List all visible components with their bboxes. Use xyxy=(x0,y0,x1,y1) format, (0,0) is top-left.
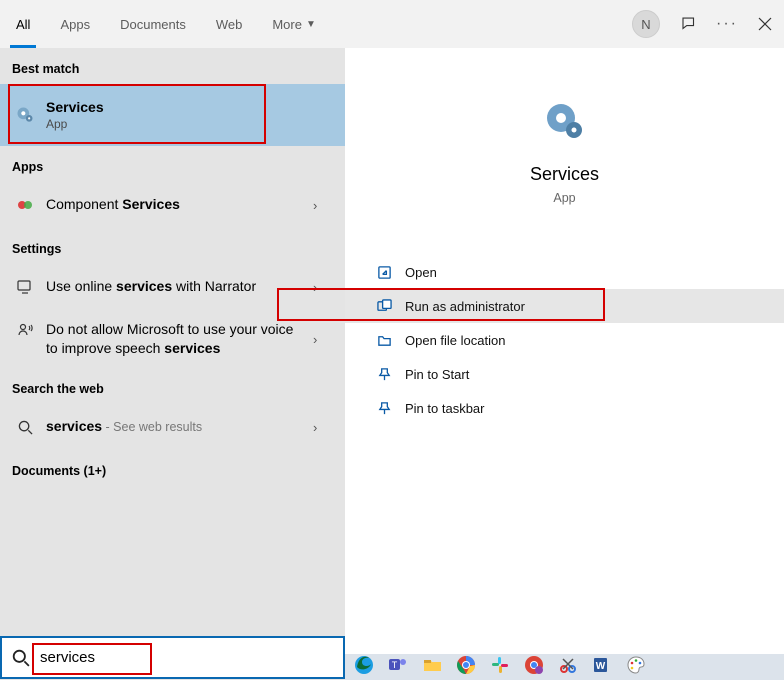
tab-more[interactable]: More ▼ xyxy=(266,0,322,48)
taskbar-app-edge[interactable] xyxy=(351,654,376,676)
action-wrap: Run as administrator xyxy=(345,289,784,323)
result-web-services[interactable]: services - See web results › xyxy=(0,404,345,450)
action-pin-to-taskbar[interactable]: Pin to taskbar xyxy=(345,391,784,425)
section-settings: Settings xyxy=(0,228,345,264)
tab-more-label: More xyxy=(272,17,302,32)
tab-all[interactable]: All xyxy=(10,0,36,48)
taskbar-app-snip[interactable] xyxy=(555,654,580,676)
taskbar-app-slack[interactable] xyxy=(487,654,512,676)
chevron-right-icon: › xyxy=(313,198,333,213)
action-label: Open xyxy=(405,265,437,280)
tab-web[interactable]: Web xyxy=(210,0,249,48)
result-best-match[interactable]: Services App xyxy=(0,84,345,146)
chevron-right-icon: › xyxy=(313,280,333,295)
taskbar-app-chrome-profile[interactable] xyxy=(521,654,546,676)
component-icon xyxy=(12,197,38,213)
shield-icon xyxy=(373,299,395,314)
results-pane: Best match Services App Apps xyxy=(0,48,345,680)
detail-header: Services App xyxy=(345,68,784,225)
chevron-right-icon: › xyxy=(313,332,333,347)
taskbar-app-teams[interactable]: T xyxy=(385,654,410,676)
detail-sub: App xyxy=(553,191,575,205)
feedback-icon[interactable] xyxy=(680,15,698,33)
search-window: All Apps Documents Web More ▼ N ··· Best… xyxy=(0,0,784,680)
content-area: Best match Services App Apps xyxy=(0,48,784,680)
chevron-right-icon: › xyxy=(313,420,333,435)
section-documents: Documents (1+) xyxy=(0,450,345,486)
search-icon xyxy=(2,649,40,667)
tabs-bar: All Apps Documents Web More ▼ N ··· xyxy=(0,0,784,48)
search-icon xyxy=(12,420,38,435)
best-match-wrap: Services App xyxy=(0,84,345,146)
display-icon xyxy=(12,279,38,295)
best-match-title: Services xyxy=(46,99,104,115)
result-text: Do not allow Microsoft to use your voice… xyxy=(38,320,313,358)
detail-pane: Services App Open Run as administrator xyxy=(345,48,784,680)
taskbar-app-paint[interactable] xyxy=(623,654,648,676)
result-speech-services[interactable]: Do not allow Microsoft to use your voice… xyxy=(0,310,345,368)
pin-icon xyxy=(373,367,395,382)
action-label: Run as administrator xyxy=(405,299,525,314)
svg-text:T: T xyxy=(391,660,397,670)
tab-documents[interactable]: Documents xyxy=(114,0,192,48)
pin-icon xyxy=(373,401,395,416)
svg-text:W: W xyxy=(595,661,605,672)
scope-tabs: All Apps Documents Web More ▼ xyxy=(10,0,322,48)
open-icon xyxy=(373,265,395,280)
best-match-sub: App xyxy=(46,117,327,131)
action-label: Pin to taskbar xyxy=(405,401,485,416)
search-box[interactable] xyxy=(0,636,345,679)
chevron-down-icon: ▼ xyxy=(306,19,316,30)
best-match-text: Services App xyxy=(38,99,333,131)
taskbar-app-chrome[interactable] xyxy=(453,654,478,676)
result-component-services[interactable]: Component Services › xyxy=(0,182,345,228)
close-icon[interactable] xyxy=(756,15,774,33)
result-text: Component Services xyxy=(38,196,313,214)
bottom-bar: T W xyxy=(0,636,784,680)
detail-title: Services xyxy=(530,164,599,185)
user-avatar[interactable]: N xyxy=(632,10,660,38)
section-web: Search the web xyxy=(0,368,345,404)
action-open[interactable]: Open xyxy=(345,255,784,289)
result-text: services - See web results xyxy=(38,418,313,436)
titlebar-controls: N ··· xyxy=(632,0,774,48)
taskbar-app-explorer[interactable] xyxy=(419,654,444,676)
action-label: Pin to Start xyxy=(405,367,469,382)
action-pin-to-start[interactable]: Pin to Start xyxy=(345,357,784,391)
result-text: Use online services with Narrator xyxy=(38,278,313,296)
search-input[interactable] xyxy=(40,638,343,677)
folder-icon xyxy=(373,333,395,348)
section-best-match: Best match xyxy=(0,48,345,84)
services-app-icon xyxy=(541,98,589,146)
action-run-as-admin[interactable]: Run as administrator xyxy=(345,289,784,323)
action-list: Open Run as administrator Open xyxy=(345,255,784,425)
gear-icon xyxy=(12,105,38,125)
voice-icon xyxy=(12,320,38,338)
section-apps: Apps xyxy=(0,146,345,182)
taskbar-app-word[interactable]: W xyxy=(589,654,614,676)
result-narrator-services[interactable]: Use online services with Narrator › xyxy=(0,264,345,310)
action-open-file-location[interactable]: Open file location xyxy=(345,323,784,357)
more-options-icon[interactable]: ··· xyxy=(718,15,736,33)
action-label: Open file location xyxy=(405,333,505,348)
taskbar: T W xyxy=(345,654,784,680)
tab-apps[interactable]: Apps xyxy=(54,0,96,48)
